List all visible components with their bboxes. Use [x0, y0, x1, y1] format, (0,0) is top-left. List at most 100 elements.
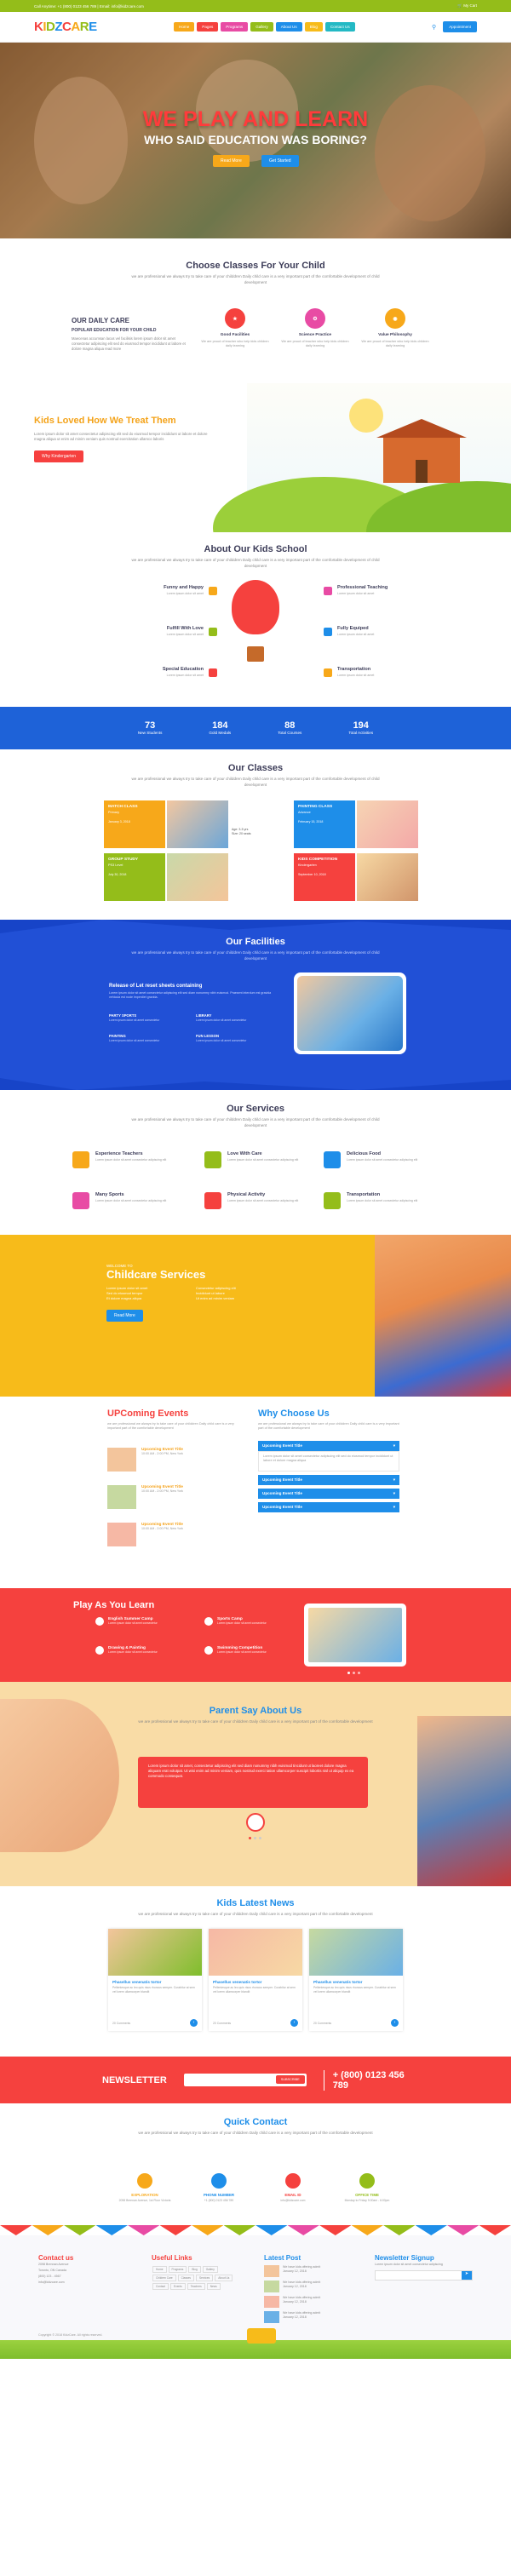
why-kindergarten-button[interactable]: Why Kindergarten [34, 450, 84, 462]
clock-icon [359, 2173, 375, 2189]
location-icon [137, 2173, 152, 2189]
choose-lead: we are professional we always try to tak… [131, 274, 380, 284]
footer-link[interactable]: News [206, 2283, 221, 2290]
news-card[interactable]: Phasellus venenatis tortor Pellentesque a… [309, 1929, 403, 2031]
facilities-icon: ★ [225, 308, 245, 329]
latest-post-item[interactable]: We have kids offering admit January 12, 2… [264, 2296, 358, 2308]
childcare-kid-photo [375, 1235, 511, 1397]
swim-icon [204, 1646, 213, 1655]
school-house-icon [376, 419, 467, 483]
event-photo [107, 1485, 136, 1509]
latest-post-item[interactable]: We have kids offering admit January 12, 2… [264, 2311, 358, 2323]
carousel-dots[interactable] [249, 1837, 261, 1839]
about-item-title: Professional Teaching [337, 585, 388, 590]
about-item-title: Funny and Happy [164, 585, 204, 590]
nav-contact[interactable]: Contact Us [324, 22, 355, 32]
footer-link[interactable]: Children Care [152, 2275, 176, 2281]
why-title: Why Choose Us [258, 1408, 330, 1419]
arrow-right-icon[interactable]: › [391, 2019, 399, 2027]
heart-icon [209, 627, 217, 636]
class-card-competition[interactable]: KIDS COMPETITION Kindergarten September 10… [294, 853, 355, 901]
footer-email-input[interactable]: ➤ [375, 2270, 473, 2281]
childcare-read-more-button[interactable]: Read More [106, 1310, 143, 1322]
hot-air-balloon-icon [232, 580, 279, 682]
why-accordion-item[interactable]: Upcoming Event Title ▾ [258, 1441, 399, 1451]
nav-pages[interactable]: Pages [197, 22, 219, 32]
why-accordion-content: Lorem ipsum dolor sit amet consectetur a… [258, 1451, 399, 1472]
feature-text: We are proud of teacher who help kids ch… [201, 340, 269, 347]
class-card-match[interactable]: MATCH CLASS Primary January 3, 2018 [104, 800, 165, 848]
search-icon[interactable]: ⚲ [432, 24, 436, 31]
childcare-title: Childcare Services [106, 1268, 206, 1281]
facility-library: LIBRARY Lorem ipsum dolor sit amet consec… [196, 1013, 247, 1022]
appointment-button[interactable]: Appointment [443, 21, 477, 32]
news-section: Kids Latest News we are professional we … [0, 1886, 511, 2057]
footer-link[interactable]: Programs [168, 2266, 187, 2273]
news-photo [209, 1929, 302, 1976]
nav-about[interactable]: About Us [275, 22, 302, 32]
news-card[interactable]: Phasellus venenatis tortor Pellentesque a… [209, 1929, 302, 2031]
footer-link[interactable]: Gallery [202, 2266, 218, 2273]
nav-blog[interactable]: Blog [304, 22, 323, 32]
about-title: About Our Kids School [204, 544, 307, 554]
hero-title: WE PLAY AND LEARN [142, 107, 369, 131]
facilities-section: Our Facilities we are professional we al… [0, 920, 511, 1090]
events-why-section: UPComing Events we are professional we a… [0, 1397, 511, 1588]
footer-link[interactable]: Teachers [187, 2283, 205, 2290]
about-special-education: Special Education Lorem ipsum dolor sit a… [106, 667, 217, 678]
service-love-with-care: Love With Care Lorem ipsum dolor sit amet… [204, 1151, 311, 1168]
footer-link[interactable]: About Us [215, 2275, 233, 2281]
daily-care-subtitle: POPULAR EDUCATION FOR YOUR CHILD [72, 328, 157, 333]
class-card-painting[interactable]: PAINTING CLASS Advance February 15, 2018 [294, 800, 355, 848]
hero-read-more-button[interactable]: Read More [213, 155, 250, 167]
why-accordion-item[interactable]: Upcoming Event Title ▾ [258, 1502, 399, 1512]
event-item[interactable]: Upcoming Event Title 10:00 AM - 2:00 PM, … [107, 1523, 244, 1546]
event-item[interactable]: Upcoming Event Title 10:00 AM - 2:00 PM, … [107, 1485, 244, 1509]
quick-title: Quick Contact [223, 2117, 288, 2127]
class-photo-group-study [167, 853, 228, 901]
stat-new-students: 73 New Students [137, 720, 163, 735]
footer-link[interactable]: Events [170, 2283, 186, 2290]
subscribe-button[interactable]: SUBSCRIBE [275, 2075, 305, 2084]
site-logo[interactable]: KIDZCARE [34, 20, 97, 34]
footer-link[interactable]: Services [196, 2275, 214, 2281]
nav-gallery[interactable]: Gallery [250, 22, 273, 32]
play-title: Play As You Learn [73, 1600, 155, 1610]
event-item[interactable]: Upcoming Event Title 10:00 AM - 2:00 PM, … [107, 1448, 244, 1472]
contact-exploration: EXPLORATION 2098 Brennan Avenue, 1st Floo… [115, 2173, 175, 2203]
news-card[interactable]: Phasellus venenatis tortor Pellentesque a… [108, 1929, 202, 2031]
class-photo-match [167, 800, 228, 848]
carousel-dots[interactable] [347, 1672, 360, 1674]
send-icon[interactable]: ➤ [462, 2271, 472, 2280]
about-lead: we are professional we always try to tak… [131, 558, 380, 568]
events-title: UPComing Events [107, 1408, 189, 1419]
cart-label: My Cart [463, 3, 477, 8]
nav-programs[interactable]: Programs [221, 22, 249, 32]
why-accordion-item[interactable]: Upcoming Event Title ▾ [258, 1489, 399, 1499]
footer-newsletter: Newsletter Signup Lorem ipsum dolor sit … [375, 2254, 473, 2281]
about-item-title: Fulfill With Love [166, 626, 204, 631]
latest-post-item[interactable]: We have kids offering admit January 12, 2… [264, 2281, 358, 2292]
why-accordion-item[interactable]: Upcoming Event Title ▾ [258, 1475, 399, 1485]
about-professional-teaching: Professional Teaching Lorem ipsum dolor s… [324, 585, 434, 596]
childcare-text: WELCOME TO Childcare Services Lorem ipsu… [106, 1264, 285, 1322]
classes-section: Our Classes we are professional we alway… [0, 749, 511, 920]
footer-link[interactable]: Blog [188, 2266, 201, 2273]
sports-icon [72, 1192, 89, 1209]
class-card-group-study[interactable]: GROUP STUDY PS3 Level July 30, 2018 [104, 853, 165, 901]
stat-total-courses: 88 Total Courses [278, 720, 302, 735]
cart-link[interactable]: 🛒 My Cart [457, 3, 477, 9]
newsletter-email-input[interactable] [183, 2074, 286, 2086]
childcare-section: WELCOME TO Childcare Services Lorem ipsu… [0, 1235, 511, 1397]
arrow-right-icon[interactable]: › [290, 2019, 298, 2027]
science-icon: ⚙ [305, 308, 325, 329]
arrow-right-icon[interactable]: › [190, 2019, 198, 2027]
nav-home[interactable]: Home [174, 22, 195, 32]
hero-subtitle: WHO SAID EDUCATION WAS BORING? [144, 133, 367, 146]
avatar [246, 1813, 265, 1832]
footer-link[interactable]: Home [152, 2266, 167, 2273]
footer-link[interactable]: Contact [152, 2283, 169, 2290]
footer-link[interactable]: Classes [177, 2275, 195, 2281]
latest-post-item[interactable]: We have kids offering admit January 12, 2… [264, 2265, 358, 2277]
hero-get-started-button[interactable]: Get Started [261, 155, 299, 167]
